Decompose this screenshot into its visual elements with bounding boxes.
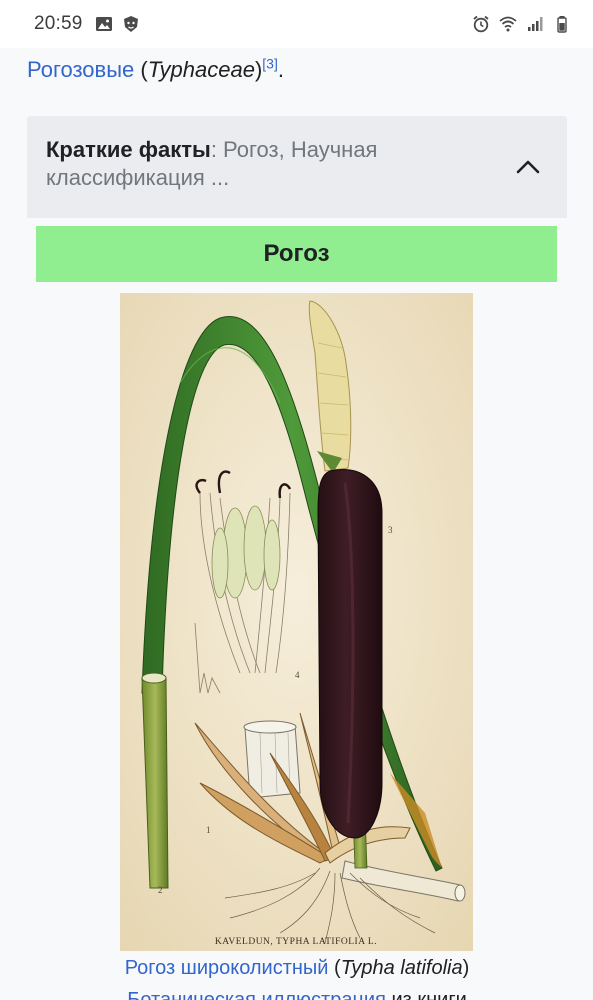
plant-illustration-graphic: 2 4 1 3 KAVELDUN, TYPHA LATIFOLIA L. (120, 293, 473, 951)
battery-icon (557, 16, 567, 33)
caption-line-2: Ботаническая иллюстрация из книги (27, 984, 567, 1000)
infobox-summary[interactable]: Краткие факты: Рогоз, Научная классифика… (46, 136, 496, 192)
figure-label-3: 3 (388, 525, 393, 535)
lead-end: . (277, 57, 284, 82)
image-icon (95, 17, 112, 31)
caption-paren-close: ) (462, 957, 470, 979)
infobox-body: Рогоз 2 4 1 3 KAVELDUN, TYPHA LATIFOLIA … (27, 218, 567, 1000)
lion-app-icon (123, 16, 138, 32)
lead-latin-name: Typhaceae (147, 57, 255, 82)
infobox: Краткие факты: Рогоз, Научная классифика… (27, 116, 567, 1000)
infobox-header[interactable]: Краткие факты: Рогоз, Научная классифика… (27, 116, 567, 218)
reference-link[interactable]: [3] (262, 56, 278, 72)
alarm-icon (473, 15, 489, 33)
article-content: Рогозовые (Typhaceae)[3]. Краткие факты:… (0, 48, 593, 1000)
illustration-inscription: KAVELDUN, TYPHA LATIFOLIA L. (215, 937, 377, 947)
chevron-up-icon (516, 160, 540, 174)
status-bar: 20:59 (0, 0, 593, 48)
caption-latin-name: Typha latifolia (340, 957, 463, 979)
status-left-icons (95, 15, 140, 33)
plant-illustration[interactable]: 2 4 1 3 KAVELDUN, TYPHA LATIFOLIA L. (120, 293, 473, 951)
status-time: 20:59 (34, 13, 83, 34)
infobox-title: Рогоз (36, 226, 557, 282)
figure-label-4: 4 (295, 670, 300, 680)
infobox-summary-title: Краткие факты (46, 137, 211, 162)
figure-label-2: 2 (158, 885, 163, 895)
caption-illustration-link[interactable]: Ботаническая иллюстрация (127, 989, 386, 1000)
wifi-icon (499, 16, 517, 32)
lead-line: Рогозовые (Typhaceae)[3]. (27, 54, 284, 86)
caption-paren-open: ( (328, 957, 341, 979)
signal-icon (528, 17, 543, 31)
status-right-icons (472, 15, 571, 33)
caption-species-link[interactable]: Рогоз широколистный (125, 957, 329, 979)
caption-line-1: Рогоз широколистный (Typha latifolia) (27, 952, 567, 984)
figure-label-1: 1 (206, 825, 211, 835)
family-link[interactable]: Рогозовые (27, 57, 134, 82)
collapse-button[interactable] (515, 154, 541, 180)
caption-line-2-text: из книги (385, 989, 467, 1000)
lead-paren-open: ( (134, 57, 148, 82)
image-caption: Рогоз широколистный (Typha latifolia) Бо… (27, 952, 567, 1000)
